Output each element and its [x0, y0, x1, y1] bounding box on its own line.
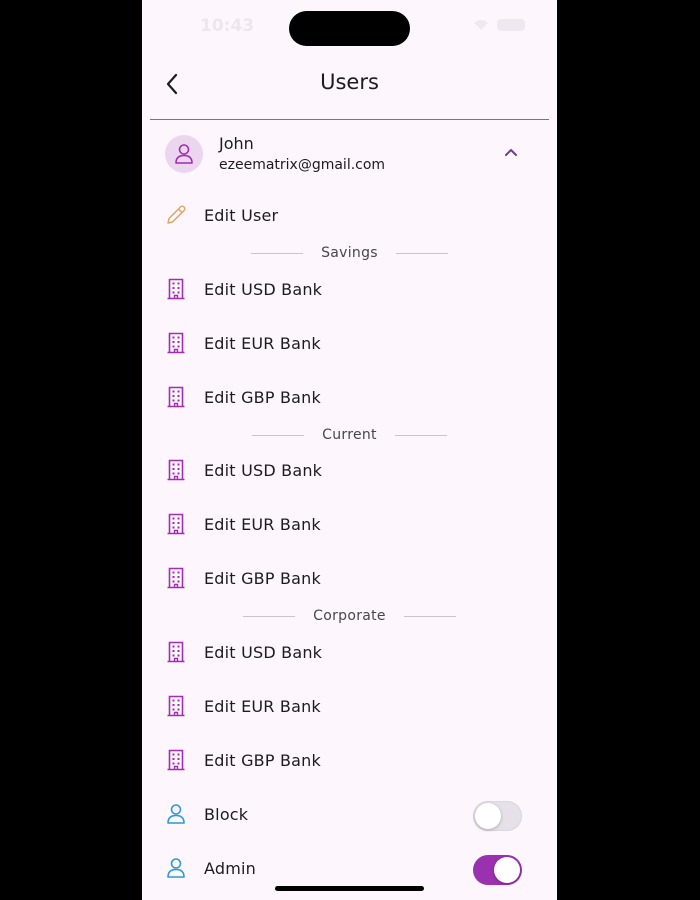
pencil-icon — [165, 204, 187, 226]
edit-bank-label: Edit EUR Bank — [204, 334, 321, 353]
edit-bank-label: Edit EUR Bank — [204, 515, 321, 534]
bank-building-icon — [165, 278, 187, 300]
section-title: Savings — [321, 245, 378, 261]
page-title: Users — [320, 70, 379, 94]
section-header-current: Current — [142, 425, 557, 445]
switch-knob — [475, 803, 501, 829]
bank-building-icon — [165, 749, 187, 771]
person-outline-icon — [165, 803, 187, 825]
status-time: 10:43 — [200, 16, 255, 36]
user-name: John — [219, 134, 254, 153]
bank-building-icon — [165, 641, 187, 663]
bank-building-icon — [165, 386, 187, 408]
edit-bank-label: Edit USD Bank — [204, 461, 323, 480]
edit-bank-label: Edit GBP Bank — [204, 388, 321, 407]
section-divider-line — [252, 434, 305, 436]
dynamic-island — [289, 11, 410, 46]
toggle-label: Block — [204, 805, 249, 824]
admin-toggle-row: Admin — [142, 847, 557, 891]
edit-bank-label: Edit USD Bank — [204, 280, 323, 299]
edit-bank-row[interactable]: Edit GBP Bank — [142, 557, 557, 601]
section-divider-line — [395, 252, 448, 254]
toggle-label: Admin — [204, 859, 256, 878]
edit-bank-label: Edit USD Bank — [204, 643, 323, 662]
edit-bank-row[interactable]: Edit USD Bank — [142, 449, 557, 493]
chevron-up-icon[interactable] — [504, 147, 518, 157]
section-divider-line — [403, 615, 456, 617]
block-switch[interactable] — [473, 801, 522, 831]
section-title: Corporate — [313, 608, 386, 624]
edit-bank-row[interactable]: Edit USD Bank — [142, 268, 557, 312]
edit-bank-row[interactable]: Edit GBP Bank — [142, 739, 557, 783]
bank-building-icon — [165, 459, 187, 481]
person-outline-icon — [165, 857, 187, 879]
home-indicator — [275, 886, 424, 891]
wifi-icon — [474, 20, 488, 30]
edit-user-row[interactable]: Edit User — [142, 194, 557, 238]
bank-building-icon — [165, 695, 187, 717]
bank-building-icon — [165, 567, 187, 589]
user-email: ezeematrix@gmail.com — [219, 157, 386, 173]
edit-bank-label: Edit GBP Bank — [204, 569, 321, 588]
bank-building-icon — [165, 513, 187, 535]
edit-bank-row[interactable]: Edit USD Bank — [142, 631, 557, 675]
edit-bank-row[interactable]: Edit GBP Bank — [142, 376, 557, 420]
bank-building-icon — [165, 332, 187, 354]
section-header-corporate: Corporate — [142, 606, 557, 626]
edit-user-label: Edit User — [204, 206, 279, 225]
block-toggle-row: Block — [142, 793, 557, 837]
edit-bank-row[interactable]: Edit EUR Bank — [142, 685, 557, 729]
admin-switch[interactable] — [473, 855, 522, 885]
edit-bank-label: Edit GBP Bank — [204, 751, 321, 770]
section-header-savings: Savings — [142, 243, 557, 263]
section-title: Current — [322, 427, 377, 443]
battery-icon — [497, 19, 525, 31]
status-icons — [473, 19, 525, 31]
avatar — [165, 135, 203, 173]
section-divider-line — [394, 434, 447, 436]
app-bar: Users — [142, 60, 557, 108]
section-divider-line — [251, 252, 304, 254]
edit-bank-row[interactable]: Edit EUR Bank — [142, 322, 557, 366]
switch-knob — [494, 857, 520, 883]
phone-screen: 10:43 Users John ezeematrix@gmail.com Ed… — [142, 0, 557, 900]
edit-bank-label: Edit EUR Bank — [204, 697, 321, 716]
appbar-divider — [150, 119, 549, 120]
person-icon — [175, 144, 193, 164]
edit-bank-row[interactable]: Edit EUR Bank — [142, 503, 557, 547]
user-expansion-tile[interactable]: John ezeematrix@gmail.com — [142, 128, 557, 182]
section-divider-line — [243, 615, 296, 617]
